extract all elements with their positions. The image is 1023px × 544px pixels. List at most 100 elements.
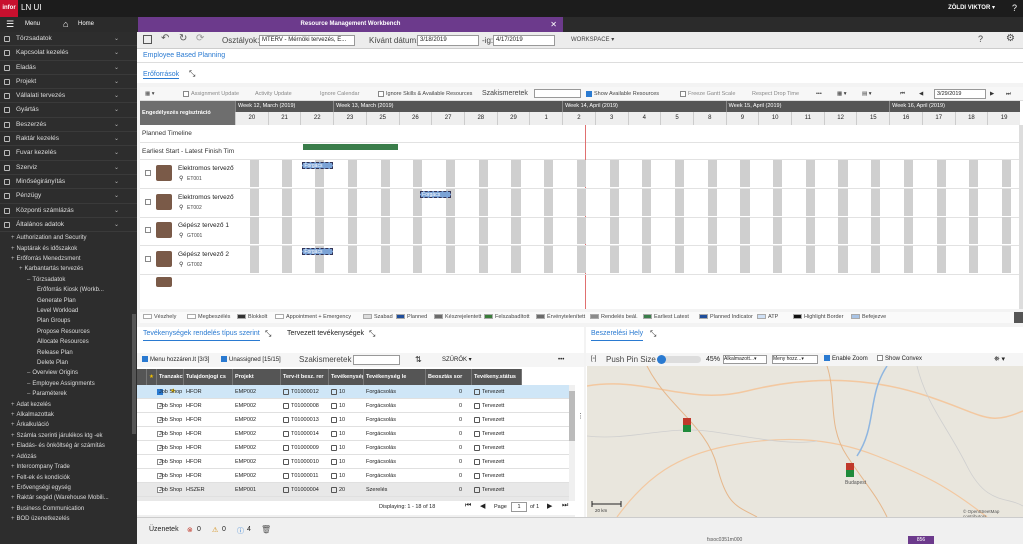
select-all-header[interactable] bbox=[137, 369, 147, 385]
resource-checkbox[interactable] bbox=[145, 170, 151, 176]
sidebar-item[interactable]: Szerviz ⌄ bbox=[0, 161, 137, 175]
tree-expand-icon[interactable]: – bbox=[27, 370, 30, 376]
last-page-icon[interactable]: ⏭ bbox=[1006, 87, 1011, 101]
edit-icon[interactable] bbox=[331, 388, 337, 395]
table-row[interactable]: Job Shop HFOR EMP002 T01000010 10 Forgácsolás… bbox=[137, 455, 569, 469]
sidebar-item[interactable]: Eladás ⌄ bbox=[0, 61, 137, 75]
help-icon[interactable]: ? bbox=[978, 34, 983, 44]
table-row[interactable]: Job Shop HSZER EMP001 T01000004 20 Szerelés 0 T… bbox=[137, 483, 569, 497]
home-button[interactable]: Home bbox=[78, 17, 94, 32]
map-view[interactable]: Budapest 20 km © OpenStreetMap contribut… bbox=[587, 366, 1023, 517]
column-header[interactable]: Beosztás sor bbox=[426, 369, 472, 385]
save-icon[interactable] bbox=[143, 35, 152, 44]
sidebar-item[interactable]: Gyártás ⌄ bbox=[0, 103, 137, 118]
more-icon[interactable]: ••• bbox=[816, 87, 822, 101]
error-icon[interactable]: ⊗ bbox=[187, 526, 193, 534]
layout-icon[interactable]: ▤ ▾ bbox=[862, 87, 872, 101]
sidebar-item[interactable]: Minőségirányítás ⌄ bbox=[0, 175, 137, 190]
tree-expand-icon[interactable]: + bbox=[11, 256, 15, 262]
tab-beszerelesi-hely[interactable]: Beszerelési Hely bbox=[591, 327, 644, 341]
tree-expand-icon[interactable]: + bbox=[11, 475, 15, 481]
edit-icon[interactable] bbox=[283, 402, 289, 409]
undo-icon[interactable]: ↶ bbox=[161, 33, 169, 44]
chevron-down-icon[interactable]: ⌄ bbox=[114, 146, 119, 160]
chevron-down-icon[interactable]: ⌄ bbox=[114, 218, 119, 232]
gear-icon[interactable]: ⚙ bbox=[1006, 33, 1015, 44]
trash-icon[interactable]: 🗑 bbox=[261, 525, 271, 534]
sidebar-tree-item[interactable]: + Erőforrás Menedzsment bbox=[0, 254, 137, 264]
edit-icon[interactable] bbox=[331, 486, 337, 493]
sidebar-tree-item[interactable]: Generate Plan bbox=[0, 296, 137, 306]
tree-expand-icon[interactable]: + bbox=[11, 454, 15, 460]
respect-drop-time-button[interactable]: Respect Drop Time bbox=[752, 87, 799, 101]
tree-expand-icon[interactable]: + bbox=[11, 464, 15, 470]
calendar-icon[interactable]: ▦ ▾ bbox=[145, 87, 155, 101]
sidebar-tree-item[interactable]: + Intercompany Trade bbox=[0, 462, 137, 472]
home-icon[interactable]: ⌂ bbox=[63, 17, 68, 32]
column-header[interactable]: Tranzakció erec bbox=[157, 369, 184, 385]
gantt-date-field[interactable]: 3/29/2019 bbox=[934, 89, 986, 99]
edit-icon[interactable] bbox=[331, 402, 337, 409]
assignment-update-radio[interactable]: Assignment Update bbox=[183, 87, 239, 101]
sidebar-tree-item[interactable]: + Adat kezelés bbox=[0, 400, 137, 410]
tree-expand-icon[interactable]: – bbox=[27, 277, 30, 283]
table-row[interactable]: Job Shop HFOR EMP002 T01000014 10 Forgácsolás… bbox=[137, 427, 569, 441]
messages-label[interactable]: Üzenetek bbox=[149, 526, 179, 533]
activity-chip[interactable]: Forgács bbox=[302, 162, 334, 169]
chevron-down-icon[interactable]: ⌄ bbox=[114, 75, 119, 89]
tree-expand-icon[interactable]: + bbox=[11, 495, 15, 501]
sidebar-tree-item[interactable]: + Authorization and Security bbox=[0, 233, 137, 243]
splitter-handle[interactable]: ⋮ bbox=[577, 412, 584, 420]
date-to-field[interactable]: 4/17/2019 bbox=[493, 35, 555, 46]
chevron-down-icon[interactable]: ⌄ bbox=[114, 161, 119, 175]
map-marker[interactable] bbox=[846, 463, 854, 477]
sidebar-tree-item[interactable]: + Business Communication bbox=[0, 504, 137, 514]
sidebar-tree-item[interactable]: – Employee Assignments bbox=[0, 379, 137, 389]
next-page-icon[interactable]: ▶ bbox=[547, 502, 552, 510]
column-header[interactable]: Tevékeny.státus bbox=[472, 369, 522, 385]
chevron-down-icon[interactable]: ⌄ bbox=[114, 103, 119, 117]
sidebar-tree-item[interactable]: – Törzsadatok bbox=[0, 275, 137, 285]
chevron-down-icon[interactable]: ⌄ bbox=[114, 204, 119, 218]
column-header[interactable]: Tevékenység le bbox=[364, 369, 426, 385]
sidebar-tree-item[interactable]: + BOD üzenetkezelés bbox=[0, 514, 137, 524]
sidebar-item[interactable]: Vállalati tervezés ⌄ bbox=[0, 89, 137, 104]
chevron-down-icon[interactable]: ⌄ bbox=[114, 46, 119, 60]
edit-icon[interactable] bbox=[283, 430, 289, 437]
edit-icon[interactable] bbox=[283, 416, 289, 423]
table-row[interactable]: ★ Job Shop HFOR EMP002 T01000012 10 Forgácsolá… bbox=[137, 385, 569, 399]
resource-row[interactable]: Elektromos tervező ⚲ ET001 bbox=[140, 159, 235, 188]
tree-expand-icon[interactable]: – bbox=[27, 381, 30, 387]
sidebar-item[interactable]: Fuvar kezelés ⌄ bbox=[0, 146, 137, 161]
column-header[interactable]: Tulajdonjogi cs bbox=[184, 369, 233, 385]
info-icon[interactable]: ⓘ bbox=[237, 526, 244, 536]
resource-checkbox[interactable] bbox=[145, 256, 151, 262]
collapse-icon[interactable]: ⤡ bbox=[650, 327, 656, 341]
chevron-down-icon[interactable]: ⌄ bbox=[114, 189, 119, 203]
sidebar-tree-item[interactable]: Release Plan bbox=[0, 348, 137, 358]
alkalmazott-select[interactable]: Alkalmazott...▾ bbox=[723, 355, 767, 364]
unassigned-checkbox[interactable]: Unassigned [15/15] bbox=[221, 353, 281, 367]
close-icon[interactable]: ✕ bbox=[550, 17, 557, 32]
edit-icon[interactable] bbox=[331, 430, 337, 437]
tree-expand-icon[interactable]: + bbox=[11, 485, 15, 491]
prev-icon[interactable]: ◀ bbox=[919, 87, 923, 101]
freeze-gantt-checkbox[interactable]: Freeze Gantt Scale bbox=[680, 87, 735, 101]
sidebar-tree-item[interactable]: Allocate Resources bbox=[0, 337, 137, 347]
tab-tervezett-tevekenysegek[interactable]: Tervezett tevékenységek bbox=[287, 327, 364, 341]
tree-expand-icon[interactable]: + bbox=[11, 433, 15, 439]
tree-expand-icon[interactable]: + bbox=[11, 246, 15, 252]
sidebar-tree-item[interactable]: + Karbantartás tervezés bbox=[0, 264, 137, 274]
refresh-icon[interactable]: ↻ bbox=[179, 33, 187, 44]
sidebar-item[interactable]: Törzsadatok ⌄ bbox=[0, 32, 137, 47]
map-marker[interactable] bbox=[683, 418, 691, 432]
edit-icon[interactable] bbox=[474, 388, 480, 395]
more-icon[interactable]: ••• bbox=[558, 353, 564, 367]
edit-icon[interactable] bbox=[283, 486, 289, 493]
push-pin-slider[interactable] bbox=[657, 355, 701, 364]
resource-row[interactable]: Elektromos tervező ⚲ ET002 bbox=[140, 188, 235, 217]
sidebar-item[interactable]: Általános adatok ⌄ bbox=[0, 218, 137, 233]
first-page-icon[interactable]: ⏮ bbox=[465, 502, 471, 510]
chevron-down-icon[interactable]: ⌄ bbox=[114, 32, 119, 46]
tree-expand-icon[interactable]: + bbox=[19, 266, 23, 272]
